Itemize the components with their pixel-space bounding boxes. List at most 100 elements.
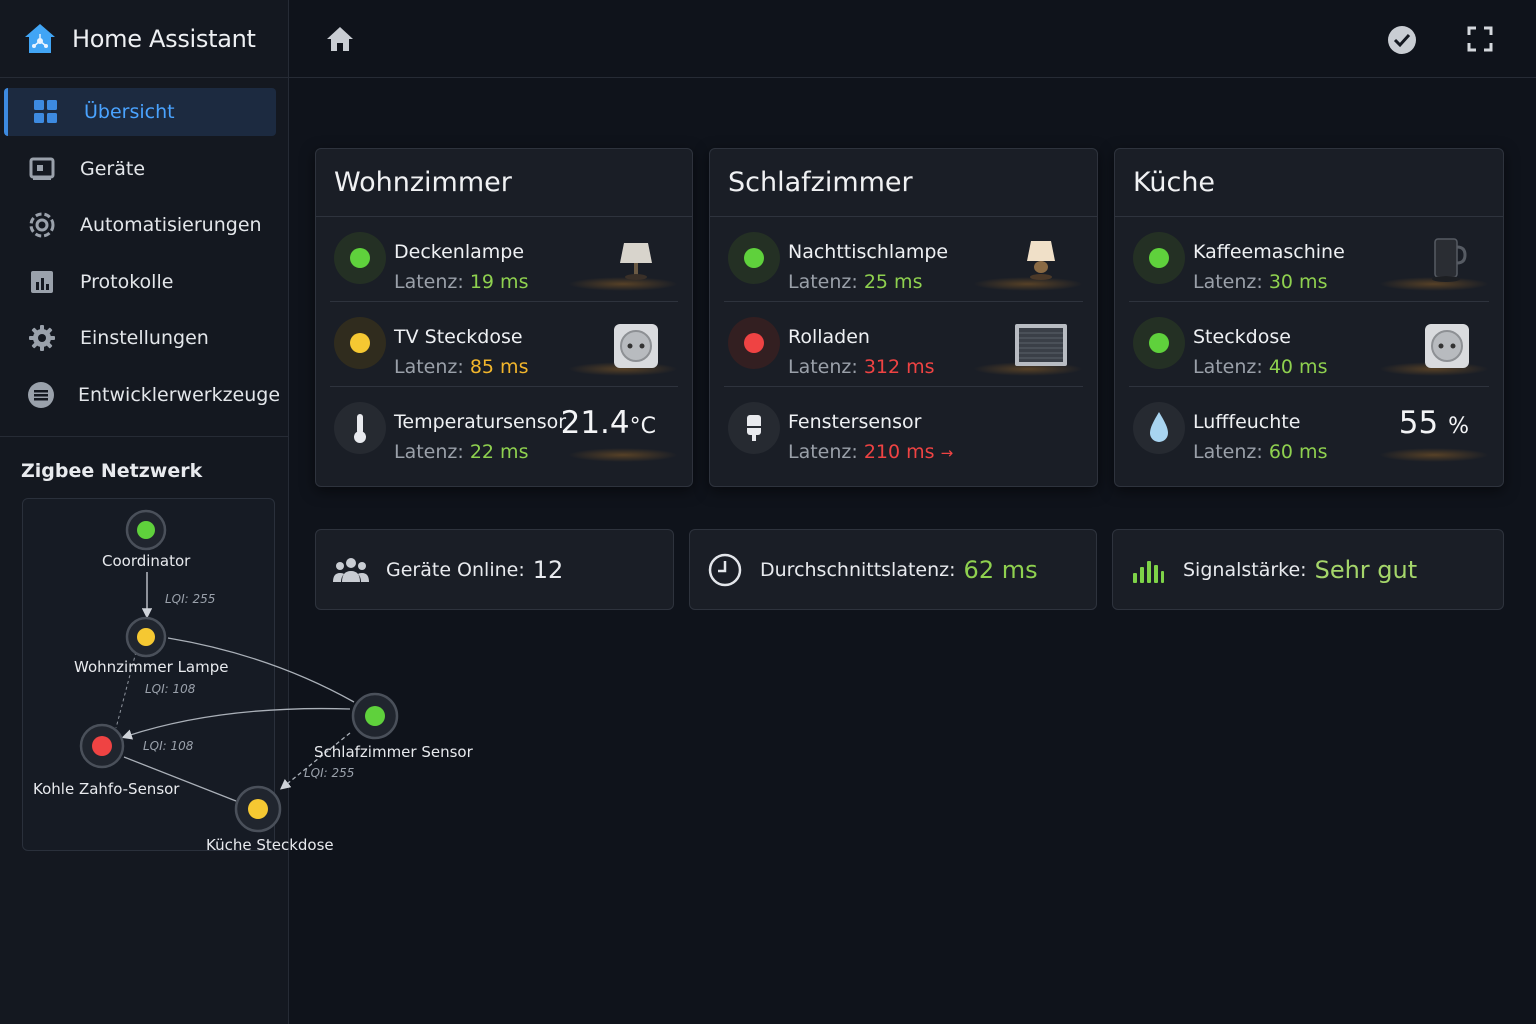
device-name: Rolladen bbox=[788, 326, 870, 348]
room-title: Wohnzimmer bbox=[316, 149, 692, 217]
device-name: Fenstersensor bbox=[788, 411, 922, 433]
brand[interactable]: Home Assistant bbox=[0, 0, 288, 78]
check-circle-icon[interactable] bbox=[1387, 25, 1417, 55]
device-latency: Latenz: 312 ms bbox=[788, 356, 935, 378]
device-latency: Latenz: 40 ms bbox=[1193, 356, 1328, 378]
socket-icon bbox=[614, 324, 658, 368]
device-row[interactable]: Lufffeuchte Latenz: 60 ms 55 % bbox=[1129, 387, 1489, 472]
sidebar-item-label: Protokolle bbox=[80, 270, 174, 293]
sensor-value: 21.4°C bbox=[560, 405, 656, 441]
device-latency: Latenz: 85 ms bbox=[394, 356, 529, 378]
stat-value: 12 bbox=[532, 555, 564, 584]
sidebar-item-uebersicht[interactable]: Übersicht bbox=[4, 88, 276, 136]
home-icon[interactable] bbox=[325, 24, 355, 54]
sidebar-item-label: Einstellungen bbox=[80, 327, 209, 349]
stat-average-latency: Durchschnittslatenz: 62 ms bbox=[689, 529, 1097, 610]
device-name: Steckdose bbox=[1193, 326, 1291, 348]
users-icon bbox=[332, 551, 370, 589]
room-card-schlafzimmer: Schlafzimmer Nachttischlampe Latenz: 25 … bbox=[709, 148, 1098, 487]
coffee-machine-icon bbox=[1432, 238, 1467, 282]
status-indicator bbox=[1133, 317, 1185, 369]
device-row[interactable]: Rolladen Latenz: 312 ms bbox=[724, 302, 1083, 387]
window-sensor-icon bbox=[747, 415, 761, 441]
arrow-right-icon: → bbox=[940, 444, 954, 462]
room-card-wohnzimmer: Wohnzimmer Deckenlampe Latenz: 19 ms TV … bbox=[315, 148, 693, 487]
automation-icon bbox=[26, 209, 58, 241]
zigbee-link-label: LQI: 255 bbox=[304, 766, 355, 780]
stat-value: Sehr gut bbox=[1314, 555, 1418, 584]
droplet-icon bbox=[1150, 412, 1168, 442]
device-row[interactable]: Fenstersensor Latenz: 210 ms → bbox=[724, 387, 1083, 472]
status-indicator bbox=[334, 402, 386, 454]
stat-label: Durchschnittslatenz: bbox=[760, 558, 956, 581]
status-indicator bbox=[728, 402, 780, 454]
sidebar-item-automatisierungen[interactable]: Automatisierungen bbox=[4, 201, 276, 249]
top-bar bbox=[289, 0, 1536, 78]
device-icon bbox=[26, 153, 58, 185]
device-latency: Latenz: 60 ms bbox=[1193, 441, 1328, 463]
room-title: Schlafzimmer bbox=[710, 149, 1097, 217]
shutter-icon bbox=[1015, 324, 1067, 366]
device-row[interactable]: Steckdose Latenz: 40 ms bbox=[1129, 302, 1489, 387]
sidebar: Home Assistant Übersicht Geräte Automati… bbox=[0, 0, 289, 1024]
status-indicator bbox=[334, 232, 386, 284]
device-name: Deckenlampe bbox=[394, 241, 525, 263]
fullscreen-icon[interactable] bbox=[1467, 26, 1493, 52]
sidebar-item-geraete[interactable]: Geräte bbox=[4, 145, 276, 193]
stat-label: Signalstärke: bbox=[1183, 558, 1307, 581]
sensor-value: 55 % bbox=[1398, 405, 1469, 441]
zigbee-link-label: LQI: 108 bbox=[145, 682, 196, 696]
app-title: Home Assistant bbox=[72, 24, 256, 53]
room-card-kueche: Küche Kaffeemaschine Latenz: 30 ms Steck… bbox=[1114, 148, 1504, 487]
gear-icon bbox=[26, 322, 58, 354]
sidebar-item-label: Geräte bbox=[80, 157, 146, 180]
socket-icon bbox=[1425, 324, 1469, 368]
signal-bars-icon bbox=[1129, 551, 1167, 589]
device-latency: Latenz: 210 ms → bbox=[788, 441, 954, 463]
status-indicator bbox=[728, 317, 780, 369]
zigbee-link-label: LQI: 108 bbox=[143, 739, 194, 753]
device-latency: Latenz: 25 ms bbox=[788, 271, 923, 293]
zigbee-node-label: Kohle Zahfo-Sensor bbox=[33, 780, 180, 798]
zigbee-node-label: Wohnzimmer Lampe bbox=[74, 658, 229, 676]
device-name: Nachttischlampe bbox=[788, 241, 949, 263]
zigbee-section-title: Zigbee Netzwerk bbox=[21, 460, 203, 482]
zigbee-node-label: Schlafzimmer Sensor bbox=[314, 743, 473, 761]
device-row[interactable]: Kaffeemaschine Latenz: 30 ms bbox=[1129, 217, 1489, 302]
sidebar-item-entwicklerwerkzeuge[interactable]: Entwicklerwerkzeuge bbox=[4, 371, 280, 419]
stat-devices-online: Geräte Online: 12 bbox=[315, 529, 674, 610]
sidebar-item-label: Entwicklerwerkzeuge bbox=[78, 383, 281, 406]
zigbee-link-label: LQI: 255 bbox=[165, 592, 216, 606]
stat-label: Geräte Online: bbox=[386, 558, 525, 581]
device-row[interactable]: Deckenlampe Latenz: 19 ms bbox=[330, 217, 678, 302]
grid-icon bbox=[30, 96, 62, 128]
device-name: Kaffeemaschine bbox=[1193, 241, 1345, 263]
zigbee-node-label: Küche Steckdose bbox=[206, 836, 334, 854]
device-latency: Latenz: 19 ms bbox=[394, 271, 529, 293]
device-name: Temperatursensor bbox=[394, 411, 567, 433]
sidebar-item-protokolle[interactable]: Protokolle bbox=[4, 258, 276, 306]
status-indicator bbox=[728, 232, 780, 284]
device-name: TV Steckdose bbox=[394, 326, 523, 348]
stat-signal-strength: Signalstärke: Sehr gut bbox=[1112, 529, 1504, 610]
stat-value: 62 ms bbox=[963, 555, 1038, 584]
device-row[interactable]: Temperatursensor Latenz: 22 ms 21.4°C bbox=[330, 387, 678, 472]
zigbee-node-schlafzimmer-sensor bbox=[351, 692, 399, 740]
ceiling-lamp-icon bbox=[620, 243, 652, 280]
sidebar-nav: Übersicht Geräte Automatisierungen Proto… bbox=[0, 78, 288, 419]
clock-icon bbox=[706, 551, 744, 589]
sidebar-item-label: Automatisierungen bbox=[80, 214, 262, 236]
device-latency: Latenz: 22 ms bbox=[394, 441, 529, 463]
developer-icon bbox=[26, 379, 56, 411]
device-name: Lufffeuchte bbox=[1193, 411, 1301, 433]
status-indicator bbox=[1133, 232, 1185, 284]
device-row[interactable]: TV Steckdose Latenz: 85 ms bbox=[330, 302, 678, 387]
log-icon bbox=[26, 266, 58, 298]
table-lamp-icon bbox=[1027, 241, 1055, 280]
sidebar-item-einstellungen[interactable]: Einstellungen bbox=[4, 314, 276, 362]
sidebar-divider bbox=[0, 436, 289, 437]
thermometer-icon bbox=[354, 414, 366, 443]
home-assistant-logo-icon bbox=[25, 23, 55, 53]
room-title: Küche bbox=[1115, 149, 1503, 217]
device-row[interactable]: Nachttischlampe Latenz: 25 ms bbox=[724, 217, 1083, 302]
